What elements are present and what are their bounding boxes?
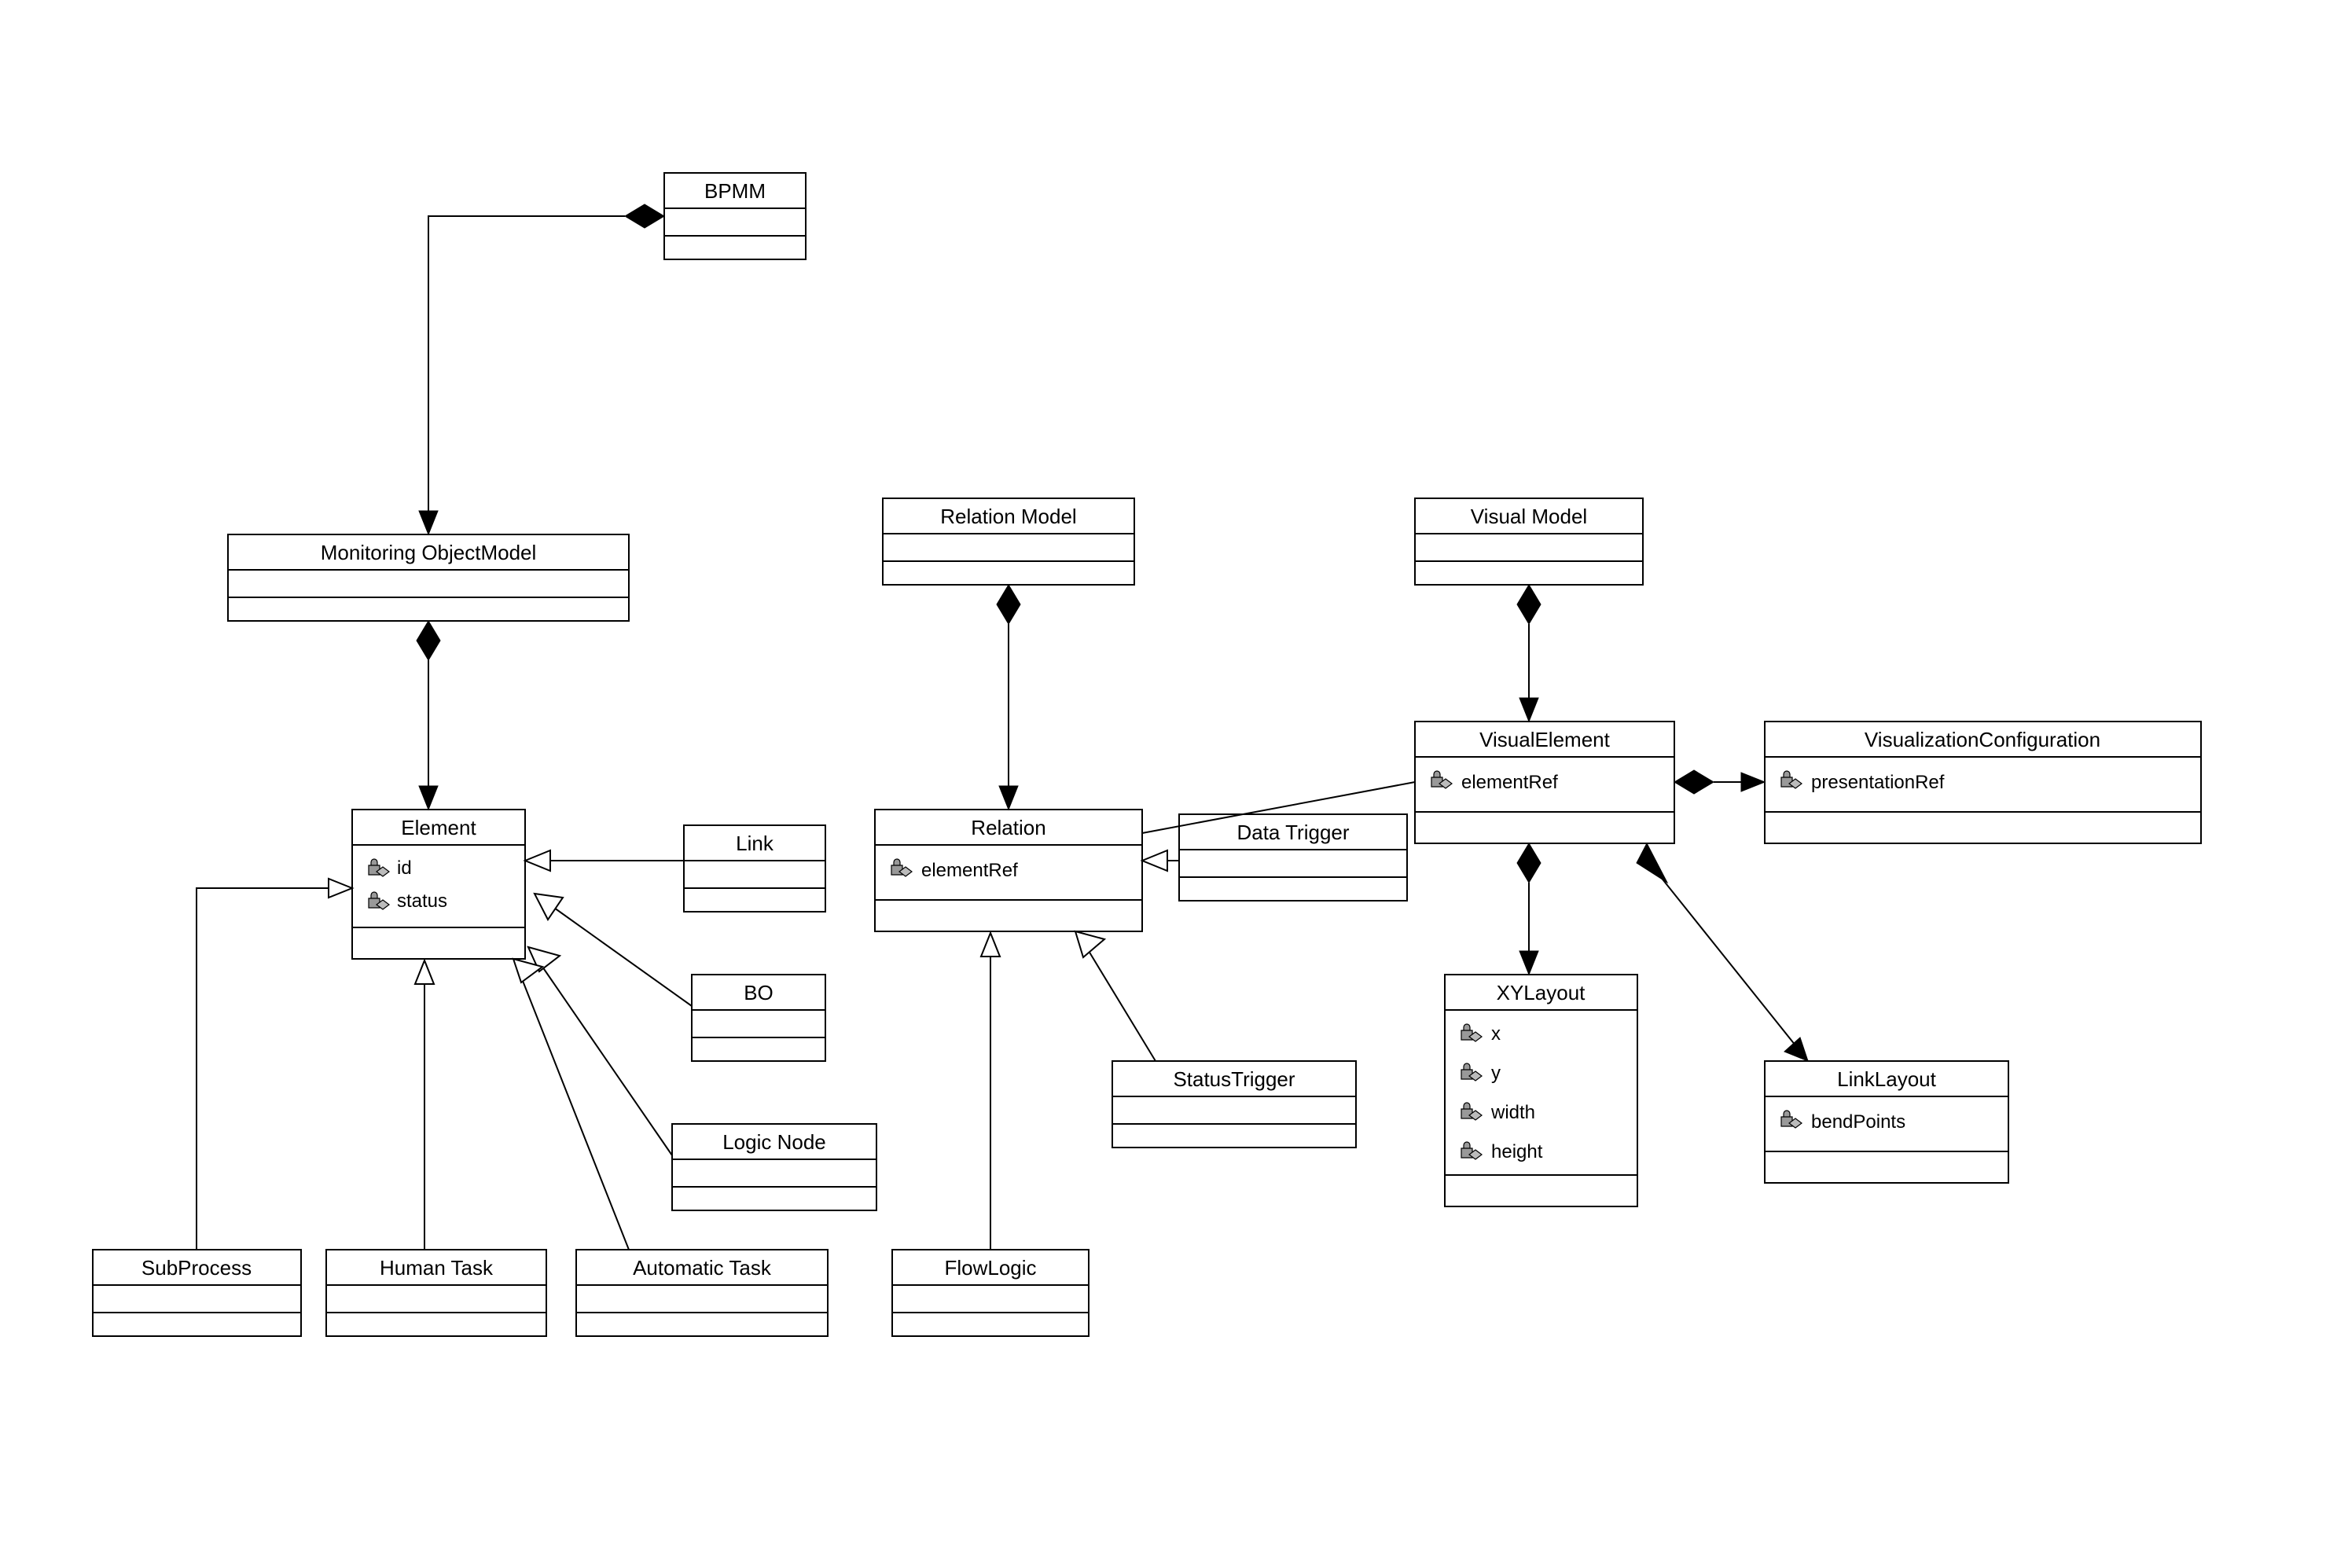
class-name: BO — [744, 981, 773, 1004]
uml-class-diagram: BPMM Monitoring ObjectModel Relation Mod… — [0, 0, 2326, 1568]
attr-label: status — [397, 890, 447, 912]
edge-subprocess-element — [197, 879, 352, 1250]
attr-label: x — [1491, 1023, 1501, 1045]
attr-label: width — [1490, 1102, 1535, 1123]
class-flow-logic: FlowLogic — [892, 1250, 1089, 1336]
class-name: StatusTrigger — [1173, 1067, 1295, 1091]
edge-relationmodel-relation — [997, 585, 1020, 810]
class-name: FlowLogic — [944, 1256, 1036, 1280]
class-data-trigger: Data Trigger — [1179, 814, 1407, 901]
attr-label: elementRef — [1461, 772, 1558, 793]
class-name: VisualElement — [1479, 728, 1611, 751]
edge-visualelement-xylayout — [1517, 843, 1541, 975]
attr-label: y — [1491, 1063, 1501, 1084]
class-automatic-task: Automatic Task — [576, 1250, 828, 1336]
class-bpmm: BPMM — [664, 173, 806, 259]
class-name: Logic Node — [722, 1130, 826, 1154]
attr-label: bendPoints — [1811, 1111, 1905, 1133]
attr-label: id — [397, 857, 412, 879]
class-name: Link — [736, 832, 774, 855]
edge-monitoring-element — [417, 621, 440, 810]
class-logic-node: Logic Node — [672, 1124, 876, 1210]
class-element: Element id status — [352, 810, 525, 959]
edge-statustrigger-relation — [1075, 931, 1156, 1061]
class-name: Data Trigger — [1236, 821, 1349, 844]
class-monitoring-objectmodel: Monitoring ObjectModel — [228, 534, 629, 621]
class-link-layout: LinkLayout bendPoints — [1765, 1061, 2008, 1183]
class-visual-element: VisualElement elementRef — [1415, 722, 1674, 843]
class-name: Relation — [971, 816, 1045, 839]
edge-visualelement-visconfig — [1674, 770, 1765, 794]
class-bo: BO — [692, 975, 825, 1061]
class-xy-layout: XYLayout x y width height — [1445, 975, 1637, 1206]
class-link: Link — [684, 825, 825, 912]
edge-visualmodel-visualelement — [1517, 585, 1541, 722]
class-name: Monitoring ObjectModel — [321, 541, 537, 564]
edge-datatrigger-relation — [1142, 850, 1179, 871]
class-name: VisualizationConfiguration — [1865, 728, 2100, 751]
class-name: Visual Model — [1471, 505, 1587, 528]
edge-bpmm-monitoring — [419, 204, 664, 534]
class-name: Relation Model — [940, 505, 1076, 528]
class-subprocess: SubProcess — [93, 1250, 301, 1336]
class-name: SubProcess — [141, 1256, 252, 1280]
class-name: BPMM — [704, 179, 766, 203]
edge-humantask-element — [415, 960, 434, 1250]
edge-link-element — [525, 850, 684, 871]
class-human-task: Human Task — [326, 1250, 546, 1336]
class-status-trigger: StatusTrigger — [1112, 1061, 1356, 1148]
attr-label: elementRef — [921, 860, 1018, 881]
edge-visualelement-linklayout — [1637, 843, 1808, 1061]
class-name: Element — [401, 816, 476, 839]
class-name: LinkLayout — [1837, 1067, 1937, 1091]
class-name: Automatic Task — [633, 1256, 772, 1280]
class-visual-model: Visual Model — [1415, 498, 1643, 585]
class-relation: Relation elementRef — [875, 810, 1142, 931]
edge-flowlogic-relation — [981, 933, 1000, 1250]
class-name: XYLayout — [1497, 981, 1586, 1004]
class-visualization-configuration: VisualizationConfiguration presentationR… — [1765, 722, 2201, 843]
class-relation-model: Relation Model — [883, 498, 1134, 585]
attr-label: presentationRef — [1811, 772, 1945, 793]
edge-automatictask-element — [513, 959, 629, 1250]
attr-label: height — [1491, 1141, 1543, 1162]
class-name: Human Task — [380, 1256, 494, 1280]
